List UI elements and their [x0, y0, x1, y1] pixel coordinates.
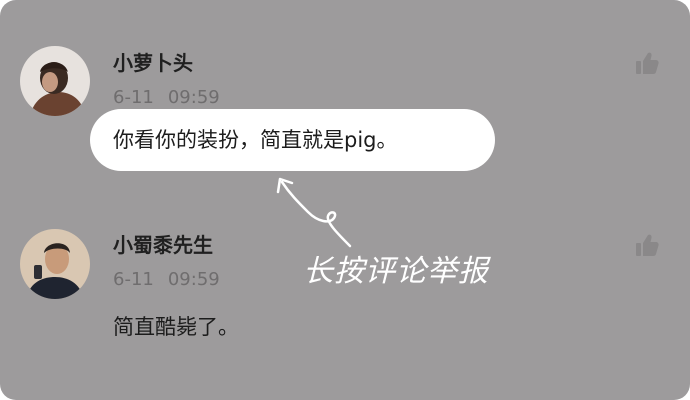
- comment-timestamp: 6-11 09:59: [113, 87, 220, 109]
- avatar[interactable]: [20, 46, 90, 116]
- thumbs-up-icon[interactable]: [633, 49, 661, 77]
- comment-timestamp: 6-11 09:59: [113, 269, 220, 291]
- comment-screen: 小萝卜头 6-11 09:59 你看你的装扮，简直就是pig。 小蜀黍先生 6-1…: [0, 0, 690, 400]
- long-press-report-hint: 长按评论举报: [303, 254, 489, 289]
- comment-username[interactable]: 小萝卜头: [113, 51, 193, 75]
- comment-date: 6-11: [113, 87, 154, 108]
- comment-time: 09:59: [167, 269, 220, 290]
- comment-text[interactable]: 简直酷毙了。: [113, 313, 239, 341]
- thumbs-up-icon[interactable]: [633, 231, 661, 259]
- comment-username[interactable]: 小蜀黍先生: [113, 233, 213, 257]
- highlighted-comment-bubble[interactable]: 你看你的装扮，简直就是pig。: [90, 109, 495, 171]
- avatar[interactable]: [20, 229, 90, 299]
- comment-date: 6-11: [113, 269, 154, 290]
- comment-time: 09:59: [167, 87, 220, 108]
- comment-text: 你看你的装扮，简直就是pig。: [113, 128, 398, 152]
- curved-arrow-icon: [276, 177, 352, 248]
